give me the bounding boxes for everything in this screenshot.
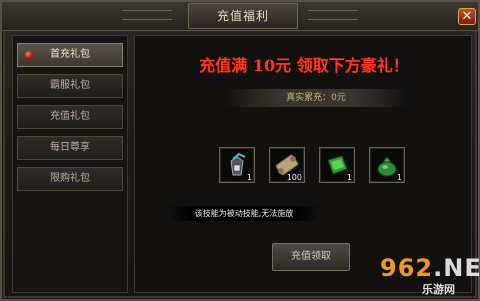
headline-amount: 10元 — [252, 56, 292, 75]
headline-prefix: 充值满 — [199, 56, 248, 75]
recharge-benefit-window: 充值福利 ✕ 首充礼包 霸服礼包 充值礼包 每日尊享 限购礼包 充值满 10元 … — [0, 0, 480, 301]
watermark-domain: .NET — [433, 254, 480, 282]
reward-quantity: 1 — [396, 173, 402, 182]
selected-indicator-icon — [25, 51, 33, 59]
title-ornament-right — [308, 10, 358, 20]
tab-label: 充值礼包 — [50, 111, 90, 122]
title-ornament-left — [122, 10, 172, 20]
promo-headline: 充值满 10元 领取下方豪礼！ — [135, 52, 473, 76]
reward-quantity: 1 — [246, 173, 252, 182]
reward-slot[interactable]: 100 — [269, 147, 305, 183]
total-recharge-status: 真实累充：0元 — [223, 89, 409, 107]
tab-first-recharge-gift[interactable]: 首充礼包 — [17, 43, 123, 67]
title-bar[interactable]: 充值福利 ✕ — [2, 2, 478, 31]
headline-suffix: 领取下方豪礼！ — [296, 56, 409, 75]
close-button[interactable]: ✕ — [458, 8, 476, 25]
reward-slot[interactable]: 1 — [319, 147, 355, 183]
tab-label: 限购礼包 — [50, 173, 90, 184]
window-title: 充值福利 — [188, 3, 298, 29]
tab-daily-vip[interactable]: 每日尊享 — [17, 136, 123, 160]
tab-label: 霸服礼包 — [50, 80, 90, 91]
tab-server-domination-gift[interactable]: 霸服礼包 — [17, 74, 123, 98]
tab-label: 每日尊享 — [50, 142, 90, 153]
tab-label: 首充礼包 — [50, 49, 90, 60]
tab-recharge-gift[interactable]: 充值礼包 — [17, 105, 123, 129]
gift-category-list: 首充礼包 霸服礼包 充值礼包 每日尊享 限购礼包 — [12, 35, 128, 293]
reward-slot[interactable]: 1 — [219, 147, 255, 183]
tab-limited-purchase-gift[interactable]: 限购礼包 — [17, 167, 123, 191]
watermark-number: 962 — [380, 254, 434, 282]
skill-tooltip-message: 该技能为被动技能,无法施放 — [169, 206, 319, 221]
reward-slot[interactable]: 1 — [369, 147, 405, 183]
reward-quantity: 1 — [346, 173, 352, 182]
watermark-subtitle: 乐游网 — [422, 283, 455, 296]
watermark-brand: 962.NET — [380, 254, 480, 282]
recharge-claim-button[interactable]: 充值领取 — [272, 243, 350, 271]
close-icon: ✕ — [461, 9, 473, 24]
reward-quantity: 100 — [286, 173, 302, 182]
